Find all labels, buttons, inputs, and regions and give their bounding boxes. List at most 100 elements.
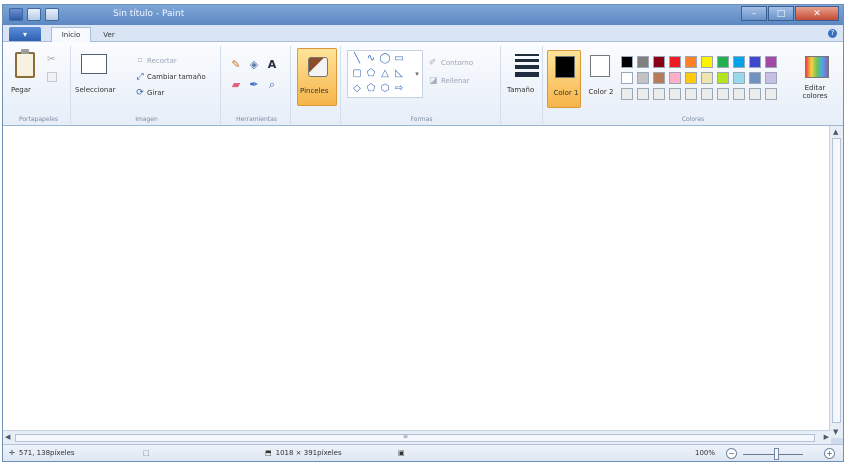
shapes-scroll-icon[interactable]: ▾ [410,68,424,80]
tab-inicio[interactable]: Inicio [51,27,91,42]
hexagon-icon[interactable]: ⬡ [378,83,392,95]
palette-swatch[interactable] [637,56,649,68]
pencil-icon[interactable]: ✎ [229,58,243,72]
vertical-scrollbar[interactable]: ▲ ▼ [829,126,843,438]
zoom-out-icon[interactable]: − [726,448,737,459]
palette-grid [621,56,777,100]
edit-colors-button[interactable]: Editar colores [791,46,839,106]
palette-swatch[interactable] [685,72,697,84]
file-menu-button[interactable]: ▾ [9,27,41,41]
color2-button[interactable]: Color 2 [583,50,617,108]
file-menu-label: ▾ [22,29,27,39]
selection-icon: ⬚ [143,449,150,457]
drawing-canvas[interactable] [3,126,843,438]
size-group[interactable]: Tamaño [503,46,543,124]
palette-swatch[interactable] [749,56,761,68]
maximize-icon[interactable]: □ [768,6,794,21]
palette-swatch[interactable] [717,88,729,100]
text-icon[interactable]: A [265,58,279,72]
fill-shape-icon[interactable]: ◪ [429,76,438,86]
brushes-button[interactable]: Pinceles [297,48,337,106]
rotate-label[interactable]: Girar [147,89,164,97]
tab-ver[interactable]: Ver [95,27,123,42]
select-label[interactable]: Seleccionar [75,86,116,94]
fill-icon[interactable]: ◈ [247,58,261,72]
scroll-right-icon[interactable]: ▶ [824,433,829,441]
file-size: ▣ [398,449,405,457]
palette-swatch[interactable] [621,56,633,68]
rectangle-icon[interactable]: ▭ [392,53,406,65]
scroll-up-icon[interactable]: ▲ [833,128,838,136]
palette-swatch[interactable] [733,72,745,84]
color1-button[interactable]: Color 1 [547,50,581,108]
close-icon[interactable]: ✕ [795,6,839,21]
diamond-icon[interactable]: ◇ [350,83,364,95]
scroll-down-icon[interactable]: ▼ [833,428,838,436]
curve-icon[interactable]: ∿ [364,53,378,65]
line-icon[interactable]: ╲ [350,53,364,65]
palette-swatch[interactable] [621,88,633,100]
scroll-left-icon[interactable]: ◀ [5,433,10,441]
cut-icon[interactable]: ✂ [47,54,57,65]
group-label: Colores [681,116,705,123]
palette-swatch[interactable] [685,88,697,100]
select-icon[interactable] [81,54,107,74]
outline-icon[interactable]: ✐ [429,58,437,68]
right-triangle-icon[interactable]: ◺ [392,68,406,80]
paste-label[interactable]: Pegar [11,86,31,94]
magnifier-icon[interactable]: ⌕ [265,78,279,92]
palette-swatch[interactable] [701,56,713,68]
resize-label[interactable]: Cambiar tamaño [147,73,206,81]
copy-icon[interactable] [47,72,57,82]
zoom-slider[interactable] [743,454,803,455]
palette-swatch[interactable] [765,88,777,100]
palette-swatch[interactable] [653,72,665,84]
palette-swatch[interactable] [733,88,745,100]
paste-icon[interactable] [15,49,35,78]
horizontal-scrollbar[interactable]: ◀ ≡ ▶ [3,430,831,444]
polygon-icon[interactable]: ⬠ [364,68,378,80]
palette-swatch[interactable] [765,72,777,84]
palette-swatch[interactable] [765,56,777,68]
oval-icon[interactable]: ◯ [378,53,392,65]
minimize-icon[interactable]: – [741,6,767,21]
palette-swatch[interactable] [669,88,681,100]
zoom-slider-thumb[interactable] [774,448,779,460]
save-icon[interactable] [9,8,23,21]
redo-icon[interactable] [45,8,59,21]
palette-swatch[interactable] [749,88,761,100]
palette-swatch[interactable] [701,72,713,84]
group-label: Imagen [135,116,158,123]
outline-label[interactable]: Contorno [441,59,473,67]
help-icon[interactable]: ? [828,29,837,38]
brush-icon [308,57,328,77]
palette-swatch[interactable] [637,72,649,84]
crop-label[interactable]: Recortar [147,57,177,65]
palette-swatch[interactable] [653,56,665,68]
palette-swatch[interactable] [717,56,729,68]
undo-icon[interactable] [27,8,41,21]
palette-swatch[interactable] [637,88,649,100]
palette-swatch[interactable] [669,72,681,84]
eraser-icon[interactable]: ▰ [229,78,243,92]
fill-label[interactable]: Rellenar [441,77,470,85]
pentagon-icon[interactable]: ⬠ [364,83,378,95]
palette-swatch[interactable] [733,56,745,68]
palette-swatch[interactable] [653,88,665,100]
arrow-shape-icon[interactable]: ⇨ [392,83,406,95]
palette-swatch[interactable] [621,72,633,84]
palette-swatch[interactable] [669,56,681,68]
rounded-rectangle-icon[interactable]: ▢ [350,68,364,80]
palette-swatch[interactable] [749,72,761,84]
palette-swatch[interactable] [701,88,713,100]
rotate-icon[interactable]: ⟳ [135,88,145,98]
vertical-scroll-thumb[interactable] [832,138,841,423]
zoom-in-icon[interactable]: + [824,448,835,459]
palette-swatch[interactable] [685,56,697,68]
color-picker-icon[interactable]: ✒ [247,78,261,92]
triangle-icon[interactable]: △ [378,68,392,80]
resize-icon[interactable]: ⤢ [135,72,145,82]
crop-icon[interactable]: ⌗ [135,56,145,66]
palette-swatch[interactable] [717,72,729,84]
horizontal-scroll-thumb[interactable] [15,434,815,442]
